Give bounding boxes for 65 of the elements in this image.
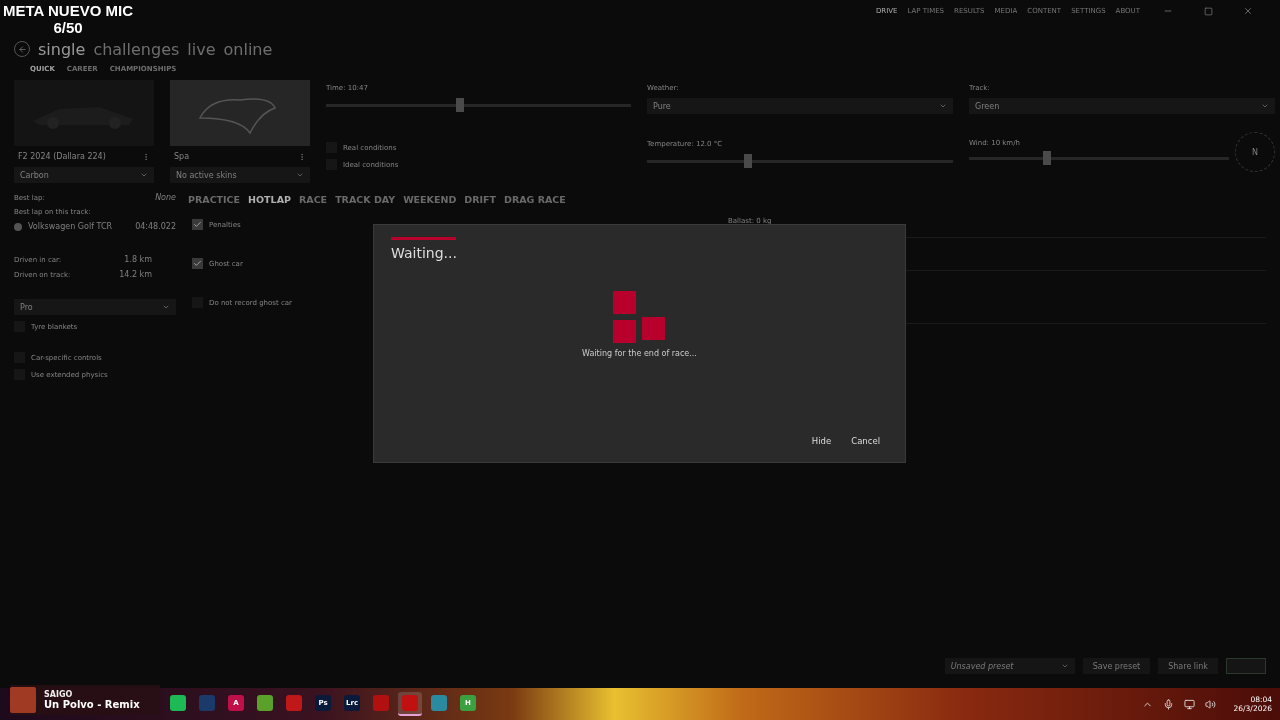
stream-overlay-title: META NUEVO MIC [3, 2, 133, 19]
car-name: F2 2024 (Dallara 224) [18, 152, 106, 161]
preset-dropdown[interactable]: Unsaved preset [944, 658, 1075, 674]
mode-tab[interactable]: RACE [299, 193, 328, 205]
section-tab[interactable]: single [38, 39, 86, 59]
checkbox[interactable] [192, 219, 203, 230]
app-icon [257, 695, 273, 711]
caret-icon [939, 102, 947, 110]
mode-tab[interactable]: WEEKEND [403, 193, 457, 205]
slider-thumb[interactable] [456, 98, 465, 112]
loading-spinner-icon [612, 291, 667, 343]
app-icon [170, 695, 186, 711]
media-widget[interactable]: SAIGO Un Polvo - Remix [10, 685, 160, 715]
app-icon [431, 695, 447, 711]
skins-dropdown[interactable]: No active skins [170, 167, 310, 183]
artist-name: SAIGO [44, 690, 74, 699]
record-car: Volkswagen Golf TCR [28, 222, 113, 231]
app-icon [402, 695, 418, 711]
accent-bar [391, 237, 456, 240]
dialog-message: Waiting for the end of race... [581, 349, 698, 358]
section-tab[interactable]: online [223, 39, 273, 59]
section-tab[interactable]: live [187, 39, 216, 59]
footer-button[interactable]: Share link [1158, 658, 1218, 674]
app-icon [286, 695, 302, 711]
start-button[interactable] [1226, 658, 1266, 674]
more-icon[interactable] [142, 152, 150, 161]
skin-dropdown[interactable]: Carbon [14, 167, 154, 183]
dialog-button[interactable]: Cancel [843, 432, 888, 450]
stat-value: 14.2 km [119, 270, 152, 279]
microphone-icon[interactable] [1162, 698, 1174, 710]
stat-value: 1.8 km [124, 255, 152, 264]
mode-tab[interactable]: PRACTICE [188, 193, 241, 205]
assists-dropdown[interactable]: Pro [14, 299, 176, 315]
song-title: Un Polvo - Remix [44, 699, 140, 710]
mode-tab[interactable]: HOTLAP [248, 193, 291, 205]
slider-thumb[interactable] [1043, 151, 1051, 165]
mode-tab[interactable]: TRACK DAY [335, 193, 396, 205]
dialog-button[interactable]: Hide [803, 432, 840, 450]
monitor-icon[interactable] [1183, 698, 1195, 710]
track-picture[interactable] [170, 80, 310, 146]
caret-icon [296, 171, 304, 179]
caret-icon [140, 171, 148, 179]
mode-tab[interactable]: DRIFT [464, 193, 496, 205]
section-tab[interactable]: challenges [93, 39, 180, 59]
track-name: Spa [174, 152, 190, 161]
checkbox[interactable] [192, 258, 203, 269]
app-icon [373, 695, 389, 711]
taskbar-app[interactable] [398, 692, 422, 716]
slider-thumb[interactable] [743, 154, 752, 168]
weather-dropdown[interactable]: Pure [647, 98, 953, 114]
caret-icon [162, 303, 170, 311]
dialog-title: Waiting... [391, 245, 458, 261]
caret-icon [1261, 102, 1269, 110]
album-art [10, 687, 36, 713]
badge-icon [14, 222, 22, 231]
footer-button[interactable]: Save preset [1082, 658, 1151, 674]
stat-value: None [155, 193, 176, 202]
track-state-dropdown[interactable]: Green [969, 98, 1275, 114]
caret-icon [1060, 662, 1069, 670]
record-time: 04:48.022 [135, 222, 176, 231]
more-icon[interactable] [298, 152, 306, 161]
speaker-icon[interactable] [1204, 698, 1216, 710]
app-icon [199, 695, 215, 711]
stream-overlay-count: 6/50 [53, 19, 83, 36]
mode-tab[interactable]: DRAG RACE [504, 193, 566, 205]
